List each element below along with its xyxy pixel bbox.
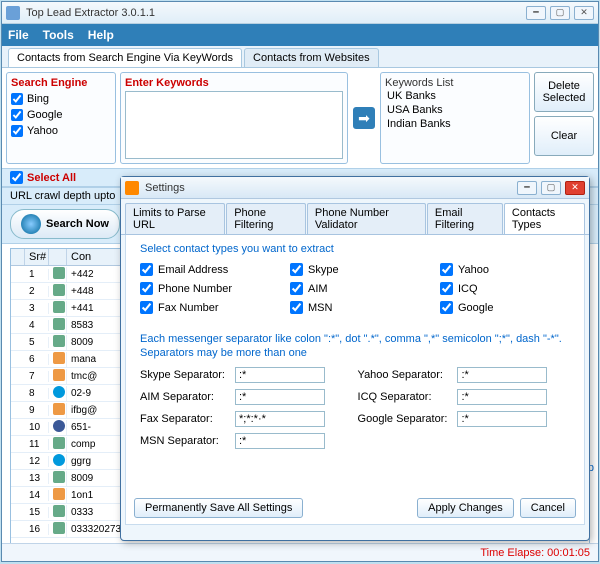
sk-icon [53,386,65,398]
phone-icon [53,301,65,313]
cb-msn[interactable]: MSN [290,301,420,314]
tab-phone-filtering[interactable]: Phone Filtering [226,203,306,234]
time-elapse: Time Elapse: 00:01:05 [480,547,590,559]
settings-dialog: Settings ━ ▢ ✕ Limits to Parse URL Phone… [120,176,590,541]
phone-icon [53,437,65,449]
sk-icon [53,454,65,466]
yahoo-sep-input[interactable] [457,367,547,383]
menubar: File Tools Help [2,24,598,46]
keywords-textarea[interactable] [125,91,343,159]
cb-email[interactable]: Email Address [140,263,270,276]
main-tabs: Contacts from Search Engine Via KeyWords… [2,46,598,68]
msn-sep-label: MSN Separator: [140,435,225,447]
phone-icon [53,284,65,296]
tab-email-filtering[interactable]: Email Filtering [427,203,503,234]
phone-icon [53,505,65,517]
phone-icon [53,522,65,534]
yahoo-sep-label: Yahoo Separator: [358,369,448,381]
delete-selected-button[interactable]: Delete Selected [534,72,594,112]
cb-skype[interactable]: Skype [290,263,420,276]
fax-sep-input[interactable] [235,411,325,427]
add-keyword-button[interactable]: ➡ [353,107,375,129]
app-icon [6,6,20,20]
cb-phone[interactable]: Phone Number [140,282,270,295]
perm-save-button[interactable]: Permanently Save All Settings [134,498,303,518]
app-title: Top Lead Extractor 3.0.1.1 [26,7,526,19]
search-engine-title: Search Engine [11,77,111,89]
menu-file[interactable]: File [8,28,29,42]
mail-icon [53,352,65,364]
mail-icon [53,369,65,381]
cb-bing[interactable]: Bing [11,93,111,105]
cb-aim[interactable]: AIM [290,282,420,295]
phone-icon [53,267,65,279]
search-engine-panel: Search Engine Bing Google Yahoo [6,72,116,164]
keywords-list-panel: Keywords List UK Banks USA Banks Indian … [380,72,530,164]
close-button[interactable]: ✕ [574,6,594,20]
cb-icq[interactable]: ICQ [440,282,570,295]
keywords-list-title: Keywords List [385,77,525,89]
fax-sep-label: Fax Separator: [140,413,225,425]
dlg-minimize-button[interactable]: ━ [517,181,537,195]
cancel-button[interactable]: Cancel [520,498,576,518]
settings-icon [125,181,139,195]
apply-changes-button[interactable]: Apply Changes [417,498,514,518]
maximize-button[interactable]: ▢ [550,6,570,20]
skype-sep-input[interactable] [235,367,325,383]
fb-icon [53,420,65,432]
menu-tools[interactable]: Tools [43,28,74,42]
keyword-item[interactable]: UK Banks [385,89,525,103]
google-sep-label: Google Separator: [358,413,448,425]
cb-google-im[interactable]: Google [440,301,570,314]
enter-keywords-panel: Enter Keywords [120,72,348,164]
enter-keywords-title: Enter Keywords [125,77,343,89]
icq-sep-label: ICQ Separator: [358,391,448,403]
dlg-close-button[interactable]: ✕ [565,181,585,195]
globe-icon [21,214,41,234]
aim-sep-label: AIM Separator: [140,391,225,403]
phone-icon [53,335,65,347]
clear-button[interactable]: Clear [534,116,594,156]
skype-sep-label: Skype Separator: [140,369,225,381]
cb-yahoo[interactable]: Yahoo [11,125,111,137]
keyword-item[interactable]: USA Banks [385,103,525,117]
contact-types-hint: Select contact types you want to extract [140,243,570,255]
minimize-button[interactable]: ━ [526,6,546,20]
dlg-maximize-button[interactable]: ▢ [541,181,561,195]
phone-icon [53,471,65,483]
aim-sep-input[interactable] [235,389,325,405]
tab-contacts-types[interactable]: Contacts Types [504,203,585,234]
tab-phone-validator[interactable]: Phone Number Validator [307,203,426,234]
settings-title: Settings [145,182,517,194]
search-now-button[interactable]: Search Now [10,209,120,239]
select-all-label: Select All [27,172,76,184]
keyword-item[interactable]: Indian Banks [385,117,525,131]
settings-titlebar: Settings ━ ▢ ✕ [121,177,589,199]
msn-sep-input[interactable] [235,433,325,449]
main-titlebar: Top Lead Extractor 3.0.1.1 ━ ▢ ✕ [2,2,598,24]
col-sr[interactable]: Sr# [25,249,49,265]
google-sep-input[interactable] [457,411,547,427]
mail-icon [53,403,65,415]
tab-websites[interactable]: Contacts from Websites [244,48,379,67]
menu-help[interactable]: Help [88,28,114,42]
tab-limits[interactable]: Limits to Parse URL [125,203,225,234]
cb-google[interactable]: Google [11,109,111,121]
mail-icon [53,488,65,500]
phone-icon [53,318,65,330]
select-all-checkbox[interactable] [10,171,23,184]
crawl-depth-label: URL crawl depth upto [10,190,115,202]
cb-yahoo-im[interactable]: Yahoo [440,263,570,276]
statusbar: Time Elapse: 00:01:05 [2,543,598,561]
cb-fax[interactable]: Fax Number [140,301,270,314]
icq-sep-input[interactable] [457,389,547,405]
separator-hint: Each messenger separator like colon ":*"… [140,332,570,361]
settings-tabs: Limits to Parse URL Phone Filtering Phon… [121,199,589,235]
tab-keywords[interactable]: Contacts from Search Engine Via KeyWords [8,48,242,67]
